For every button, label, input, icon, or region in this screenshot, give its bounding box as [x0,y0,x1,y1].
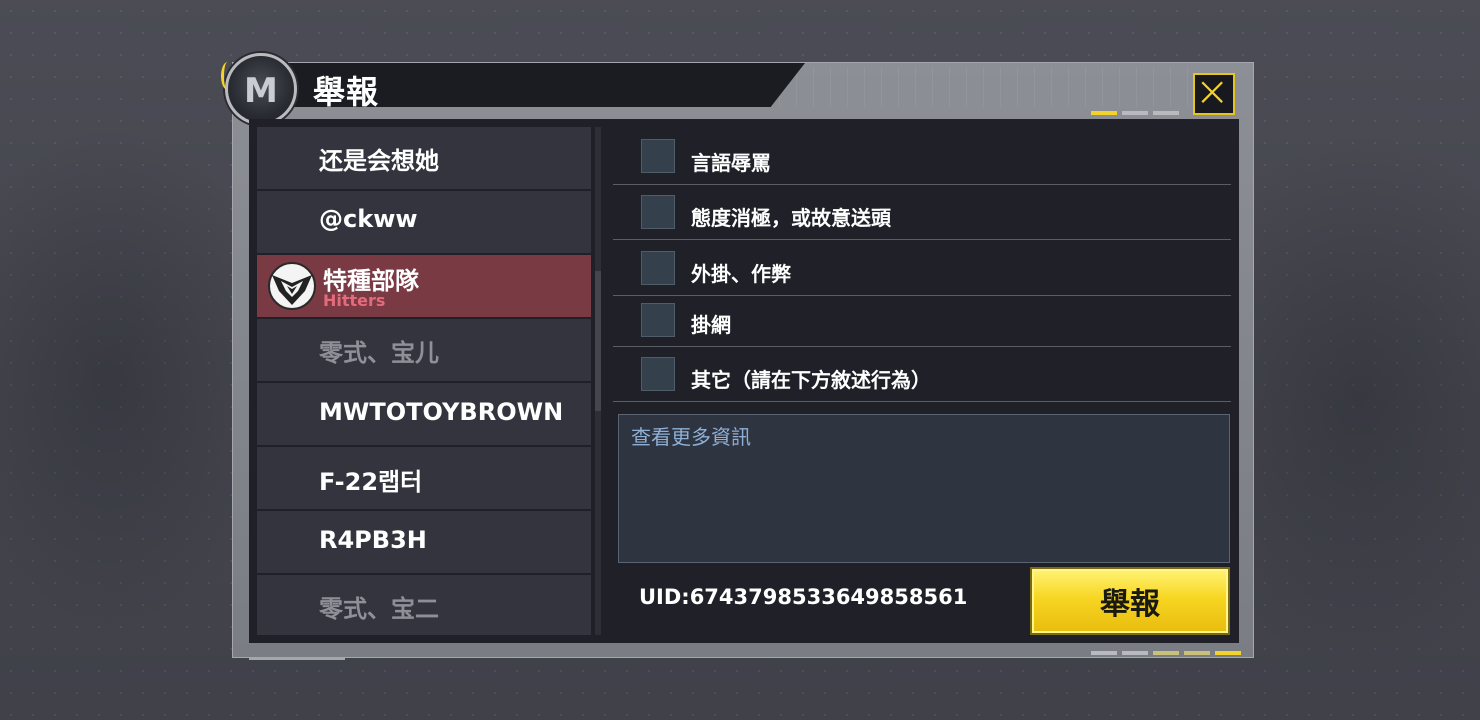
reason-label: 其它（請在下方敘述行為） [691,368,931,392]
player-item[interactable]: F-22랩터 [257,447,591,510]
player-uid: UID:6743798533649858561 [639,585,968,609]
page-dot [1122,651,1148,655]
dialog-title: 舉報 [313,73,380,111]
player-item-selected[interactable]: 特種部隊 Hitters [257,255,591,318]
close-button[interactable] [1193,73,1235,115]
checkbox[interactable] [641,139,675,173]
reason-verbal-abuse[interactable]: 言語辱罵 [613,127,1231,185]
player-item[interactable]: @ckww [257,191,591,254]
player-item[interactable]: MWTOTOYBROWN [257,383,591,446]
player-name: MWTOTOYBROWN [319,398,564,426]
close-x-icon [1201,81,1223,103]
reason-other[interactable]: 其它（請在下方敘述行為） [613,347,1231,402]
player-name: 零式、宝儿 [319,339,439,367]
player-name: F-22랩터 [319,468,423,496]
page-dot [1153,111,1179,115]
report-dialog: M 舉報 还是会想她 @ckww 特種部隊 Hitters 零式、宝儿 MWTO… [221,53,1254,660]
player-item[interactable]: 还是会想她 [257,127,591,190]
reason-negative-play[interactable]: 態度消極，或故意送頭 [613,185,1231,240]
player-item[interactable]: 零式、宝儿 [257,319,591,382]
reason-cheating[interactable]: 外掛、作弊 [613,240,1231,296]
clan-emblem-icon [268,262,316,310]
reason-label: 外掛、作弊 [691,262,791,286]
scrollbar-thumb[interactable] [595,271,601,411]
emblem-letter: M [244,71,278,111]
reason-label: 掛網 [691,313,731,337]
clan-tag: Hitters [323,291,386,310]
page-dot [1091,111,1117,115]
player-list-scrollbar[interactable] [595,127,601,635]
reason-afk[interactable]: 掛網 [613,296,1231,347]
page-dot [1215,651,1241,655]
submit-report-button[interactable]: 舉報 [1032,569,1228,633]
player-name: R4PB3H [319,526,427,554]
checkbox[interactable] [641,195,675,229]
reason-label: 態度消極，或故意送頭 [691,206,891,230]
checkbox[interactable] [641,251,675,285]
player-name: @ckww [319,205,418,233]
page-dot [1184,651,1210,655]
player-item[interactable]: 零式、宝二 [257,575,591,635]
page-indicator-bottom [1091,651,1241,655]
reason-label: 言語辱罵 [691,151,771,175]
report-details-input[interactable] [618,414,1230,563]
page-indicator-top [1091,111,1179,115]
frame-ledge [249,657,345,660]
player-list: 还是会想她 @ckww 特種部隊 Hitters 零式、宝儿 MWTOTOYBR… [257,127,591,635]
player-name: 零式、宝二 [319,595,439,623]
dialog-body: 还是会想她 @ckww 特種部隊 Hitters 零式、宝儿 MWTOTOYBR… [249,119,1239,643]
game-logo-icon: M [221,53,297,125]
title-stripe [763,67,1203,107]
checkbox[interactable] [641,357,675,391]
player-name: 还是会想她 [319,147,439,175]
page-dot [1091,651,1117,655]
checkbox[interactable] [641,303,675,337]
player-item[interactable]: R4PB3H [257,511,591,574]
page-dot [1122,111,1148,115]
page-dot [1153,651,1179,655]
